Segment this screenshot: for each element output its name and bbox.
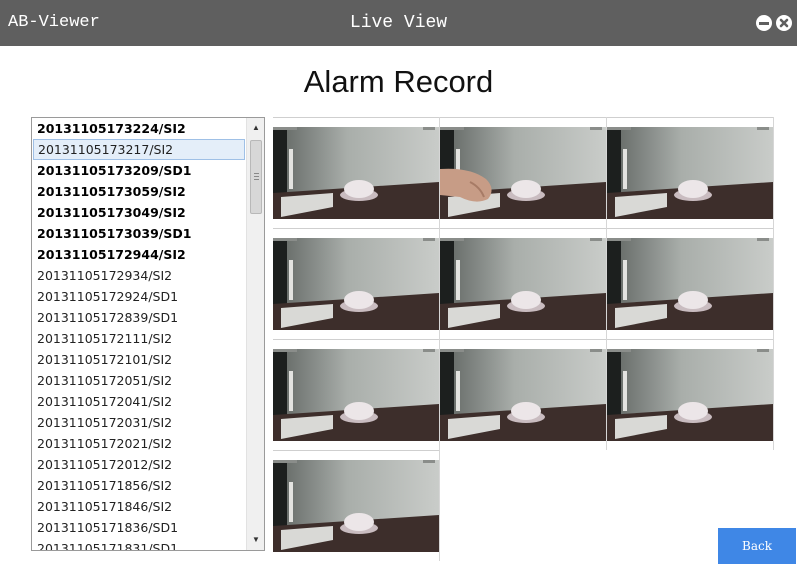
record-item[interactable]: 20131105172031/SI2 (33, 412, 245, 433)
snapshot-thumbnail[interactable] (607, 117, 774, 228)
record-item[interactable]: 20131105171846/SI2 (33, 496, 245, 517)
record-item[interactable]: 20131105172021/SI2 (33, 433, 245, 454)
snapshot-thumbnail[interactable] (440, 117, 607, 228)
snapshot-thumbnail[interactable] (273, 450, 440, 561)
record-item[interactable]: 20131105173049/SI2 (33, 202, 245, 223)
record-item[interactable]: 20131105172041/SI2 (33, 391, 245, 412)
snapshot-thumbnail[interactable] (607, 339, 774, 450)
snapshot-thumbnail[interactable] (273, 117, 440, 228)
record-items: 20131105173224/SI2 20131105173217/SI2 2013… (32, 118, 246, 550)
alarm-record-list[interactable]: 20131105173224/SI2 20131105173217/SI2 2013… (31, 117, 265, 551)
snapshot-thumbnail[interactable] (440, 228, 607, 339)
snapshot-grid (273, 117, 785, 563)
record-item[interactable]: 20131105172051/SI2 (33, 370, 245, 391)
list-scrollbar[interactable]: ▲ ▼ (246, 118, 264, 550)
snapshot-thumbnail[interactable] (273, 339, 440, 450)
record-item[interactable]: 20131105173059/SI2 (33, 181, 245, 202)
snapshot-thumbnail[interactable] (607, 228, 774, 339)
record-item[interactable]: 20131105172934/SI2 (33, 265, 245, 286)
scroll-down-icon[interactable]: ▼ (247, 532, 264, 548)
record-item[interactable]: 20131105172839/SD1 (33, 307, 245, 328)
back-button[interactable]: Back (718, 528, 796, 564)
record-item[interactable]: 20131105171836/SD1 (33, 517, 245, 538)
snapshot-thumbnail[interactable] (440, 339, 607, 450)
record-item[interactable]: 20131105173224/SI2 (33, 118, 245, 139)
record-item[interactable]: 20131105173039/SD1 (33, 223, 245, 244)
record-item[interactable]: 20131105171856/SI2 (33, 475, 245, 496)
close-icon[interactable] (776, 15, 792, 31)
scroll-thumb[interactable] (250, 140, 262, 214)
record-item[interactable]: 20131105172012/SI2 (33, 454, 245, 475)
window-title: Live View (349, 13, 448, 33)
title-bar: AB-Viewer Live View (0, 0, 797, 46)
page-title: Alarm Record (303, 64, 494, 99)
record-item[interactable]: 20131105173209/SD1 (33, 160, 245, 181)
snapshot-thumbnail[interactable] (273, 228, 440, 339)
minimize-icon[interactable] (756, 15, 772, 31)
scroll-up-icon[interactable]: ▲ (247, 120, 264, 136)
record-item[interactable]: 20131105173217/SI2 (33, 139, 245, 160)
record-item[interactable]: 20131105172101/SI2 (33, 349, 245, 370)
record-item[interactable]: 20131105172111/SI2 (33, 328, 245, 349)
record-item[interactable]: 20131105172924/SD1 (33, 286, 245, 307)
record-item[interactable]: 20131105172944/SI2 (33, 244, 245, 265)
record-item[interactable]: 20131105171831/SD1 (33, 538, 245, 550)
